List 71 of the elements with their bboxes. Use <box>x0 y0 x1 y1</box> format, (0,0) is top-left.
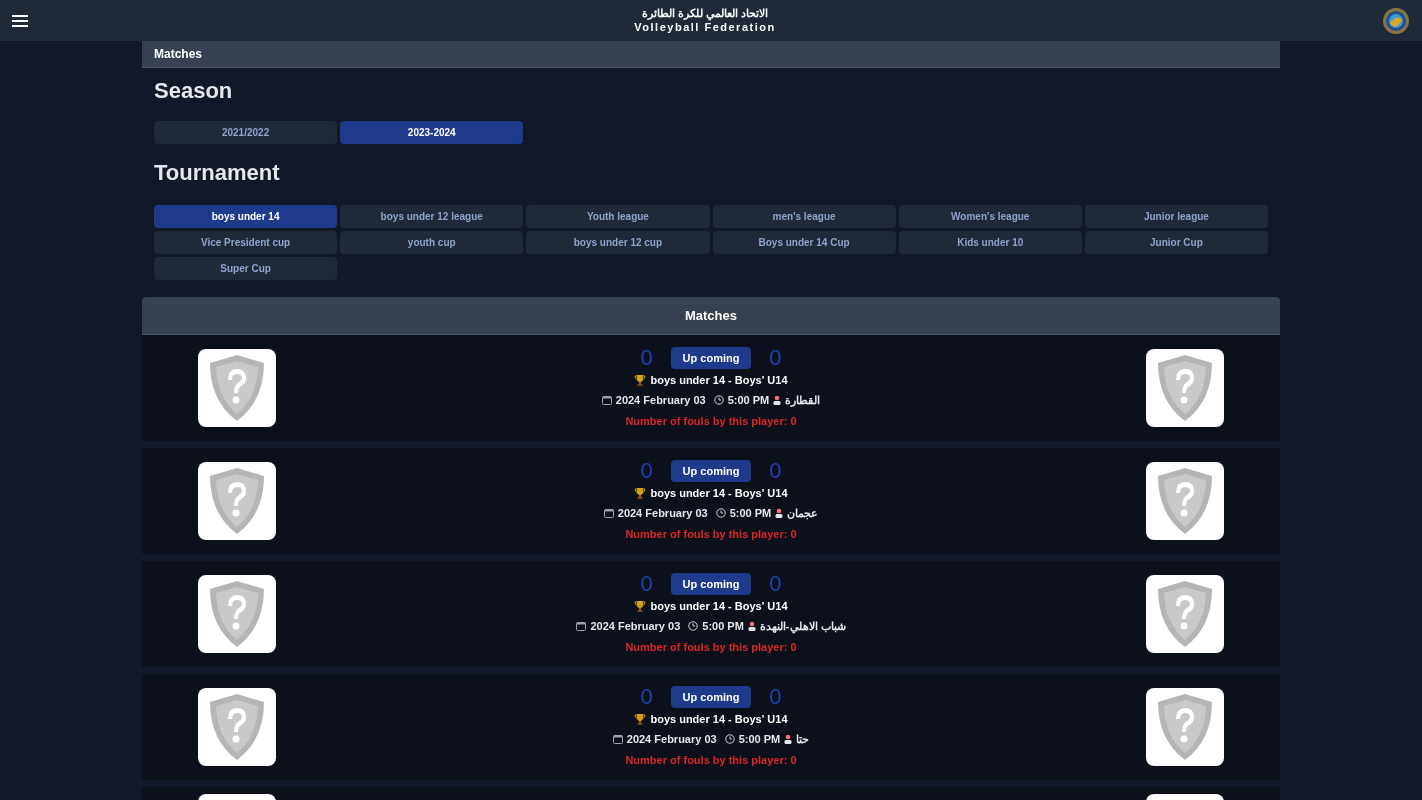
clock-icon <box>724 733 735 744</box>
clock-icon <box>688 620 699 631</box>
filter-tab[interactable]: Vice President cup <box>154 231 338 254</box>
match-venue: القطارة <box>785 392 821 408</box>
person-icon <box>773 394 782 405</box>
match-time: 5:00 PM <box>729 505 772 521</box>
filter-tab[interactable]: Super Cup <box>154 257 338 280</box>
filter-tab[interactable]: men's league <box>712 205 896 228</box>
matches-title: Matches <box>685 306 737 325</box>
site-title-arabic: الاتحاد العالمي للكرة الطائرة <box>641 6 769 21</box>
score: 0 <box>639 459 654 482</box>
fouls-count: Number of fouls by this player: 0 <box>625 414 797 429</box>
section-heading: Tournament <box>154 159 281 187</box>
status-badge: Up coming <box>670 346 752 369</box>
fouls-count: Number of fouls by this player: 0 <box>625 640 797 655</box>
person-icon <box>784 733 793 744</box>
breadcrumb-text: Matches <box>154 46 203 63</box>
score: 0 <box>768 572 783 595</box>
trophy-icon <box>634 600 647 613</box>
match-date: 2024 February 03 <box>617 505 708 521</box>
fouls-count: Number of fouls by this player: 0 <box>625 527 797 542</box>
filter-tab[interactable]: boys under 12 league <box>340 205 524 228</box>
filter-tab[interactable]: Youth league <box>526 205 710 228</box>
tournament-name: boys under 14 - Boys' U14 <box>650 712 788 727</box>
match-date: 2024 February 03 <box>590 618 681 634</box>
filter-tab[interactable]: Boys under 14 Cup <box>712 231 896 254</box>
match-date: 2024 February 03 <box>615 392 706 408</box>
clock-icon <box>713 394 724 405</box>
filter-tab[interactable]: Junior Cup <box>1084 231 1268 254</box>
menu-icon[interactable] <box>12 14 28 27</box>
status-badge: Up coming <box>670 572 752 595</box>
globe-emblem-icon[interactable] <box>1382 6 1410 35</box>
person-icon <box>775 507 784 518</box>
tournament-name: boys under 14 - Boys' U14 <box>650 486 788 501</box>
filter-tab[interactable]: boys under 14 <box>154 205 338 228</box>
trophy-icon <box>634 374 647 387</box>
filter-tab[interactable]: Junior league <box>1084 205 1268 228</box>
trophy-icon <box>634 487 647 500</box>
filter-tab[interactable]: boys under 12 cup <box>526 231 710 254</box>
match-venue: شباب الاهلي-النهدة <box>759 618 846 634</box>
calendar-icon <box>576 620 587 631</box>
match-venue: حتا <box>796 731 810 747</box>
calendar-icon <box>612 733 623 744</box>
match-time: 5:00 PM <box>702 618 744 634</box>
section-heading: Season <box>154 77 234 105</box>
calendar-icon <box>603 507 614 518</box>
score: 0 <box>639 572 654 595</box>
trophy-icon <box>634 713 647 726</box>
filter-tab[interactable]: Kids under 10 <box>898 231 1082 254</box>
clock-icon <box>715 507 726 518</box>
status-badge: Up coming <box>670 685 752 708</box>
match-venue: عجمان <box>787 505 819 521</box>
person-icon <box>747 620 756 631</box>
match-time: 5:00 PM <box>727 392 770 408</box>
score: 0 <box>768 685 783 708</box>
match-date: 2024 February 03 <box>626 731 717 747</box>
score: 0 <box>639 346 654 369</box>
site-title: Volleyball Federation <box>634 20 776 35</box>
score: 0 <box>768 459 783 482</box>
filter-tab[interactable]: 2021/2022 <box>154 121 338 144</box>
filter-tab[interactable]: Women's league <box>898 205 1082 228</box>
fouls-count: Number of fouls by this player: 0 <box>625 753 797 768</box>
status-badge: Up coming <box>670 459 752 482</box>
tournament-name: boys under 14 - Boys' U14 <box>650 373 788 388</box>
filter-tab[interactable]: youth cup <box>340 231 524 254</box>
match-time: 5:00 PM <box>738 731 781 747</box>
calendar-icon <box>601 394 612 405</box>
score: 0 <box>768 346 783 369</box>
filter-tab[interactable]: 2023-2024 <box>340 121 524 144</box>
tournament-name: boys under 14 - Boys' U14 <box>650 599 788 614</box>
score: 0 <box>639 685 654 708</box>
